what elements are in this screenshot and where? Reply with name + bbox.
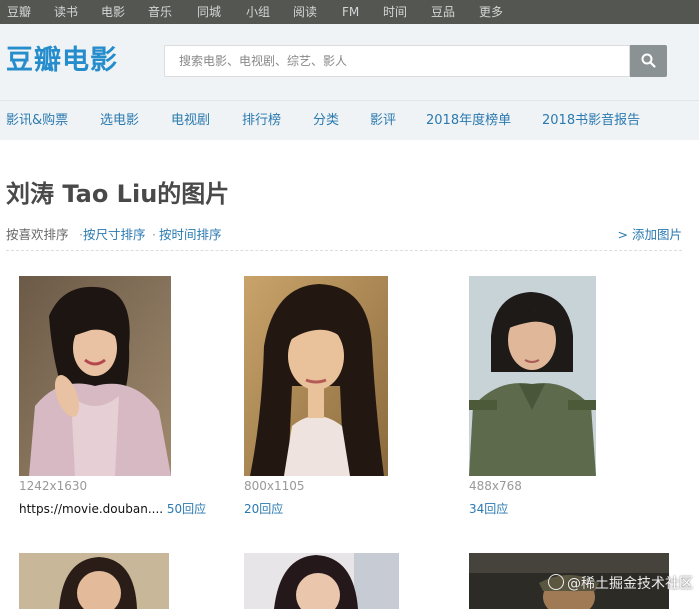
subnav-review[interactable]: 影评 [370, 101, 396, 141]
subnav-chart[interactable]: 排行榜 [242, 101, 281, 141]
photo-image [244, 276, 388, 476]
sub-nav: 影讯&购票 选电影 电视剧 排行榜 分类 影评 2018年度榜单 2018书影音… [0, 100, 699, 140]
photo-thumbnail[interactable] [19, 553, 169, 609]
sort-separator: · [152, 227, 156, 242]
subnav-explore[interactable]: 选电影 [100, 101, 139, 141]
photo-image [244, 553, 399, 609]
sort-by-size-link[interactable]: 按尺寸排序 [83, 226, 146, 244]
header: 豆瓣电影 [0, 24, 699, 100]
subnav-annual-list[interactable]: 2018年度榜单 [426, 101, 511, 141]
global-nav-fm[interactable]: FM [342, 0, 359, 24]
photo-thumbnail[interactable] [244, 553, 399, 609]
photo-size: 1242x1630 [19, 479, 88, 493]
photo-meta: 34回应 [469, 500, 508, 517]
global-nav-book[interactable]: 读书 [54, 0, 78, 24]
global-nav-douban[interactable]: 豆瓣 [7, 0, 31, 24]
photo-thumbnail[interactable] [19, 276, 171, 476]
photo-image [19, 276, 171, 476]
photo-thumbnail[interactable] [244, 276, 388, 476]
photo-image [469, 276, 596, 476]
photo-source-link[interactable]: https://movie.douban.... [19, 502, 163, 516]
subnav-tickets[interactable]: 影讯&购票 [6, 101, 68, 141]
photo-image [19, 553, 169, 609]
sort-bar: 按喜欢排序 · 按尺寸排序 · 按时间排序 > 添加图片 [6, 226, 682, 251]
global-nav: 豆瓣 读书 电影 音乐 同城 小组 阅读 FM 时间 豆品 更多 [0, 0, 699, 24]
photo-size: 488x768 [469, 479, 522, 493]
subnav-annual-report[interactable]: 2018书影音报告 [542, 101, 640, 141]
photo-size: 800x1105 [244, 479, 305, 493]
photo-meta: 20回应 [244, 500, 283, 517]
global-nav-local[interactable]: 同城 [197, 0, 221, 24]
photo-meta: https://movie.douban.... 50回应 [19, 500, 206, 517]
search-button[interactable] [630, 45, 667, 77]
site-logo[interactable]: 豆瓣电影 [6, 41, 118, 81]
global-nav-music[interactable]: 音乐 [148, 0, 172, 24]
search-box [164, 45, 630, 77]
global-nav-read[interactable]: 阅读 [293, 0, 317, 24]
photo-thumbnail[interactable] [469, 276, 596, 476]
photo-replies-link[interactable]: 50回应 [167, 502, 206, 516]
photo-replies-link[interactable]: 34回应 [469, 502, 508, 516]
global-nav-group[interactable]: 小组 [246, 0, 270, 24]
search-icon [641, 53, 656, 68]
search-input[interactable] [165, 46, 619, 76]
watermark: @稀土掘金技术社区 [548, 573, 693, 593]
sort-by-time-link[interactable]: 按时间排序 [159, 226, 222, 244]
watermark-text: @稀土掘金技术社区 [567, 576, 693, 592]
subnav-tv[interactable]: 电视剧 [171, 101, 210, 141]
global-nav-time[interactable]: 时间 [383, 0, 407, 24]
global-nav-movie[interactable]: 电影 [101, 0, 125, 24]
photo-replies-link[interactable]: 20回应 [244, 502, 283, 516]
subnav-tag[interactable]: 分类 [313, 101, 339, 141]
global-nav-market[interactable]: 豆品 [431, 0, 455, 24]
add-photo-link[interactable]: > 添加图片 [618, 226, 682, 244]
page-title: 刘涛 Tao Liu的图片 [6, 180, 230, 208]
watermark-icon [548, 574, 564, 590]
global-nav-more[interactable]: 更多 [479, 0, 503, 24]
sort-by-likes-current: 按喜欢排序 [6, 227, 69, 242]
